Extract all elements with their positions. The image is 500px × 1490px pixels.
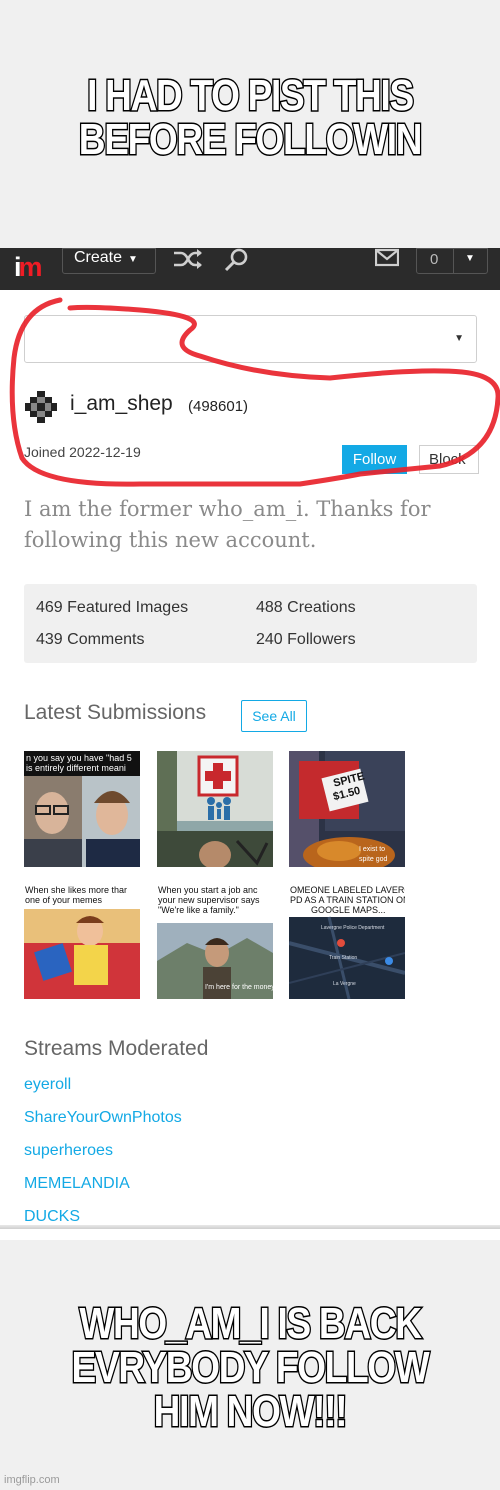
see-all-button[interactable]: See All <box>241 700 307 732</box>
stream-link[interactable]: DUCKS <box>24 1208 80 1226</box>
thumb-caption: n you say you have "had 5 <box>26 753 132 763</box>
red-annotation-circle <box>9 297 500 487</box>
stat-comments[interactable]: 439 Comments <box>36 631 145 649</box>
stat-creations[interactable]: 488 Creations <box>256 599 356 617</box>
thumb-caption: "We're like a family." <box>158 905 239 915</box>
thumb-caption: I'm here for the money. <box>205 984 273 991</box>
thumb-caption: your new supervisor says <box>158 895 260 905</box>
thumb-caption: Train Station <box>329 955 358 961</box>
stream-link[interactable]: eyeroll <box>24 1076 71 1094</box>
meme-bottom-caption: WHO_AM_I IS BACK EVRYBODY FOLLOW HIM NOW… <box>70 1299 431 1436</box>
imgflip-watermark: imgflip.com <box>4 1474 60 1486</box>
stat-followers[interactable]: 240 Followers <box>256 631 356 649</box>
thumb-caption: I exist to spite god <box>359 846 388 863</box>
thumb-caption: is entirely different meani <box>26 763 126 773</box>
submission-thumbnail-3[interactable]: SPITE $1.50 I exist to spite god <box>289 751 405 867</box>
thumb-caption: PD AS A TRAIN STATION ON <box>290 895 405 905</box>
profile-stats: 469 Featured Images 488 Creations 439 Co… <box>24 584 477 663</box>
profile-bio: I am the former who_am_i. Thanks for fol… <box>24 497 431 552</box>
streams-moderated-heading: Streams Moderated <box>24 1037 209 1060</box>
submission-thumbnail-2[interactable] <box>157 751 273 867</box>
meme-bottom-panel: WHO_AM_I IS BACK EVRYBODY FOLLOW HIM NOW… <box>0 1240 500 1490</box>
submission-thumbnail-5[interactable]: When you start a job anc your new superv… <box>157 883 273 999</box>
submission-thumbnail-6[interactable]: OMEONE LABELED LAVERG PD AS A TRAIN STAT… <box>289 883 405 999</box>
thumb-caption: La Vergne <box>333 981 356 987</box>
thumb-caption: one of your memes <box>25 895 103 905</box>
submission-thumbnail-4[interactable]: When she likes more thar one of your mem… <box>24 883 140 999</box>
thumb-caption: When she likes more thar <box>25 885 128 895</box>
thumb-caption: GOOGLE MAPS... <box>311 905 386 915</box>
stat-featured-images[interactable]: 469 Featured Images <box>36 599 188 617</box>
stream-link[interactable]: MEMELANDIA <box>24 1175 130 1193</box>
latest-submissions-heading: Latest Submissions <box>24 701 207 724</box>
submission-thumbnail-1[interactable]: n you say you have "had 5 is entirely di… <box>24 751 140 867</box>
thumb-caption: OMEONE LABELED LAVERG <box>290 885 405 895</box>
divider <box>0 1225 500 1229</box>
stream-link[interactable]: superheroes <box>24 1142 113 1160</box>
meme-top-caption: I HAD TO PIST THIS BEFORE FOLLOWIN <box>78 71 424 164</box>
thumb-caption: When you start a job anc <box>158 885 258 895</box>
profile-screenshot: im Create ▼ 0 ▼ ▼ i_am_shep (498601) Joi… <box>0 248 500 1240</box>
stream-link[interactable]: ShareYourOwnPhotos <box>24 1109 182 1127</box>
meme-top-panel: I HAD TO PIST THIS BEFORE FOLLOWIN <box>0 0 500 248</box>
thumb-caption: Lavergne Police Department <box>321 925 385 931</box>
